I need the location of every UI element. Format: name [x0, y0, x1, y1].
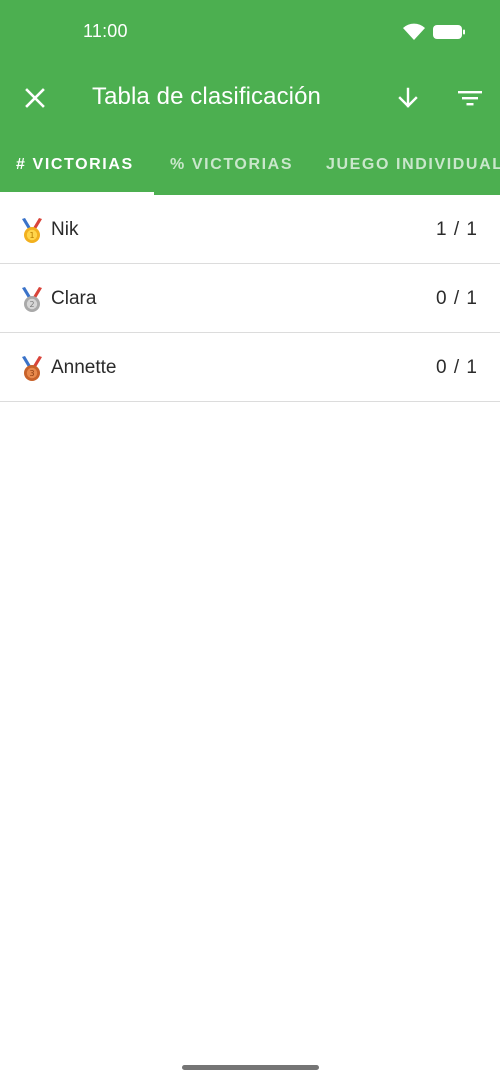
- app-bar: 11:00 Tabla de clasificación # VICTORIAS…: [0, 0, 500, 195]
- battery-icon: [432, 23, 466, 46]
- filter-button[interactable]: [446, 76, 494, 124]
- status-icons: [402, 22, 466, 47]
- player-score: 0 / 1: [436, 288, 478, 309]
- status-bar: 11:00: [0, 0, 500, 64]
- status-time: 11:00: [83, 21, 128, 41]
- silver-medal-icon: 2: [21, 287, 43, 313]
- leaderboard-row[interactable]: 3 Annette 0 / 1: [0, 333, 500, 402]
- svg-text:2: 2: [29, 300, 34, 309]
- leaderboard-row[interactable]: 2 Clara 0 / 1: [0, 264, 500, 333]
- home-indicator[interactable]: [182, 1065, 319, 1070]
- wifi-icon: [402, 22, 426, 47]
- tab-individual-game[interactable]: JUEGO INDIVIDUAL: [326, 136, 500, 195]
- player-score: 0 / 1: [436, 357, 478, 378]
- svg-text:3: 3: [29, 369, 34, 378]
- page-title: Tabla de clasificación: [92, 83, 321, 110]
- tab-win-percentage[interactable]: % VICTORIAS: [170, 136, 293, 195]
- svg-text:1: 1: [29, 231, 34, 240]
- bronze-medal-icon: 3: [21, 356, 43, 382]
- tab-bar: # VICTORIAS % VICTORIAS JUEGO INDIVIDUAL: [0, 136, 500, 195]
- sort-button[interactable]: [384, 76, 432, 124]
- player-name: Annette: [51, 357, 117, 378]
- player-name: Clara: [51, 288, 97, 309]
- arrow-down-icon: [396, 86, 420, 115]
- player-score: 1 / 1: [436, 219, 478, 240]
- gold-medal-icon: 1: [21, 218, 43, 244]
- leaderboard-list: 1 Nik 1 / 1 2 Clara 0 / 1 3 Annette 0 / …: [0, 195, 500, 402]
- filter-icon: [457, 88, 483, 113]
- close-icon: [24, 87, 46, 114]
- leaderboard-screen: 11:00 Tabla de clasificación # VICTORIAS…: [0, 0, 500, 1083]
- tab-number-of-wins[interactable]: # VICTORIAS: [16, 136, 134, 195]
- leaderboard-row[interactable]: 1 Nik 1 / 1: [0, 195, 500, 264]
- player-name: Nik: [51, 219, 79, 240]
- toolbar: Tabla de clasificación: [0, 64, 500, 136]
- close-button[interactable]: [11, 76, 59, 124]
